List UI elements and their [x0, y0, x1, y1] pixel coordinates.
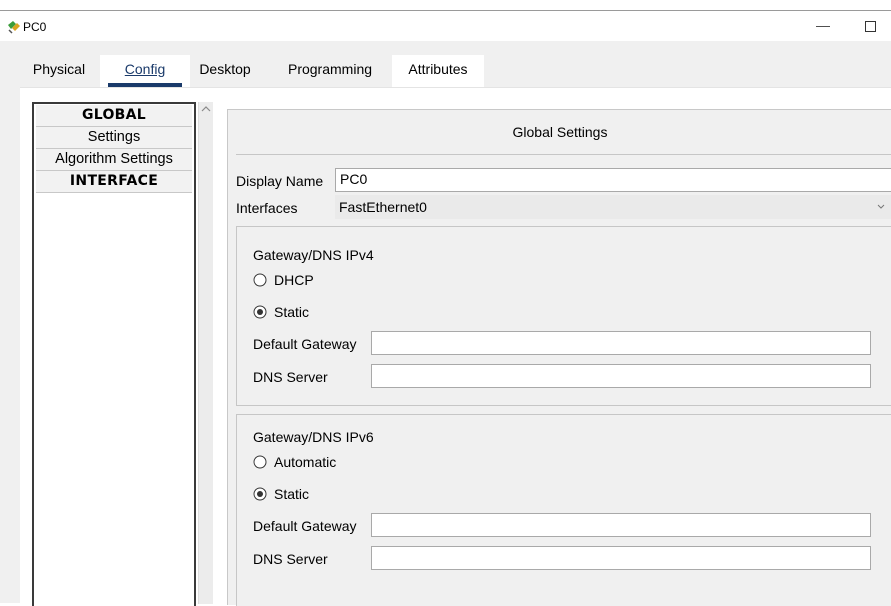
tab-desktop[interactable]: Desktop	[192, 55, 258, 87]
settings-nav-list: GLOBAL Settings Algorithm Settings INTER…	[32, 102, 196, 606]
ipv4-group: Gateway/DNS IPv4 DHCP Static Default Gat…	[236, 226, 891, 406]
chevron-down-icon	[876, 195, 886, 229]
nav-item-algorithm-settings[interactable]: Algorithm Settings	[36, 149, 192, 171]
tab-label: Physical	[32, 61, 86, 77]
display-name-label: Display Name	[236, 173, 324, 189]
global-settings-panel: Global Settings Display Name PC0 Interfa…	[227, 109, 891, 606]
automatic-label[interactable]: Automatic	[274, 454, 336, 470]
ipv6-dns-server-input[interactable]	[371, 546, 871, 570]
static-radio-ipv4[interactable]	[253, 305, 267, 319]
static-label-ipv6[interactable]: Static	[274, 486, 309, 502]
ipv6-dns-server-label: DNS Server	[253, 551, 328, 567]
window-content: Physical Config Desktop Programming Attr…	[0, 41, 891, 606]
divider	[236, 154, 891, 155]
ipv4-group-title: Gateway/DNS IPv4	[253, 247, 374, 263]
dhcp-label[interactable]: DHCP	[274, 272, 314, 288]
tab-config[interactable]: Config	[100, 55, 190, 87]
tab-label: Attributes	[408, 61, 468, 77]
ipv6-default-gateway-input[interactable]	[371, 513, 871, 537]
nav-header-global[interactable]: GLOBAL	[36, 105, 192, 127]
packet-tracer-pc-icon	[6, 19, 22, 35]
dhcp-radio[interactable]	[253, 273, 267, 287]
display-name-input[interactable]: PC0	[335, 168, 891, 192]
minimize-button[interactable]: —	[813, 15, 833, 35]
ipv4-dns-server-input[interactable]	[371, 364, 871, 388]
ipv4-dns-server-label: DNS Server	[253, 369, 328, 385]
tab-attributes[interactable]: Attributes	[392, 55, 484, 87]
interfaces-select[interactable]: FastEthernet0	[335, 195, 891, 219]
interfaces-selected-value: FastEthernet0	[339, 199, 427, 215]
ipv4-default-gateway-label: Default Gateway	[253, 336, 357, 352]
ipv6-default-gateway-label: Default Gateway	[253, 518, 357, 534]
config-tab-panel: GLOBAL Settings Algorithm Settings INTER…	[20, 87, 891, 606]
interfaces-label: Interfaces	[236, 200, 298, 216]
title-bar: PC0 —	[0, 11, 891, 41]
static-label-ipv4[interactable]: Static	[274, 304, 309, 320]
tab-label: Config	[124, 61, 166, 77]
nav-header-interface[interactable]: INTERFACE	[36, 171, 192, 193]
maximize-button[interactable]	[860, 15, 880, 35]
tab-programming[interactable]: Programming	[276, 55, 384, 87]
automatic-radio[interactable]	[253, 455, 267, 469]
tab-label: Programming	[287, 61, 373, 77]
tab-label: Desktop	[199, 61, 251, 77]
static-radio-ipv6[interactable]	[253, 487, 267, 501]
scroll-up-arrow-icon[interactable]	[199, 102, 213, 116]
maximize-icon	[865, 21, 876, 32]
window-title: PC0	[23, 20, 47, 34]
ipv6-group-title: Gateway/DNS IPv6	[253, 429, 374, 445]
panel-heading: Global Settings	[512, 124, 608, 140]
ipv4-default-gateway-input[interactable]	[371, 331, 871, 355]
tab-physical[interactable]: Physical	[20, 55, 98, 87]
nav-item-settings[interactable]: Settings	[36, 127, 192, 149]
ipv6-group: Gateway/DNS IPv6 Automatic Static Defaul…	[236, 414, 891, 606]
nav-scrollbar[interactable]	[198, 102, 213, 604]
